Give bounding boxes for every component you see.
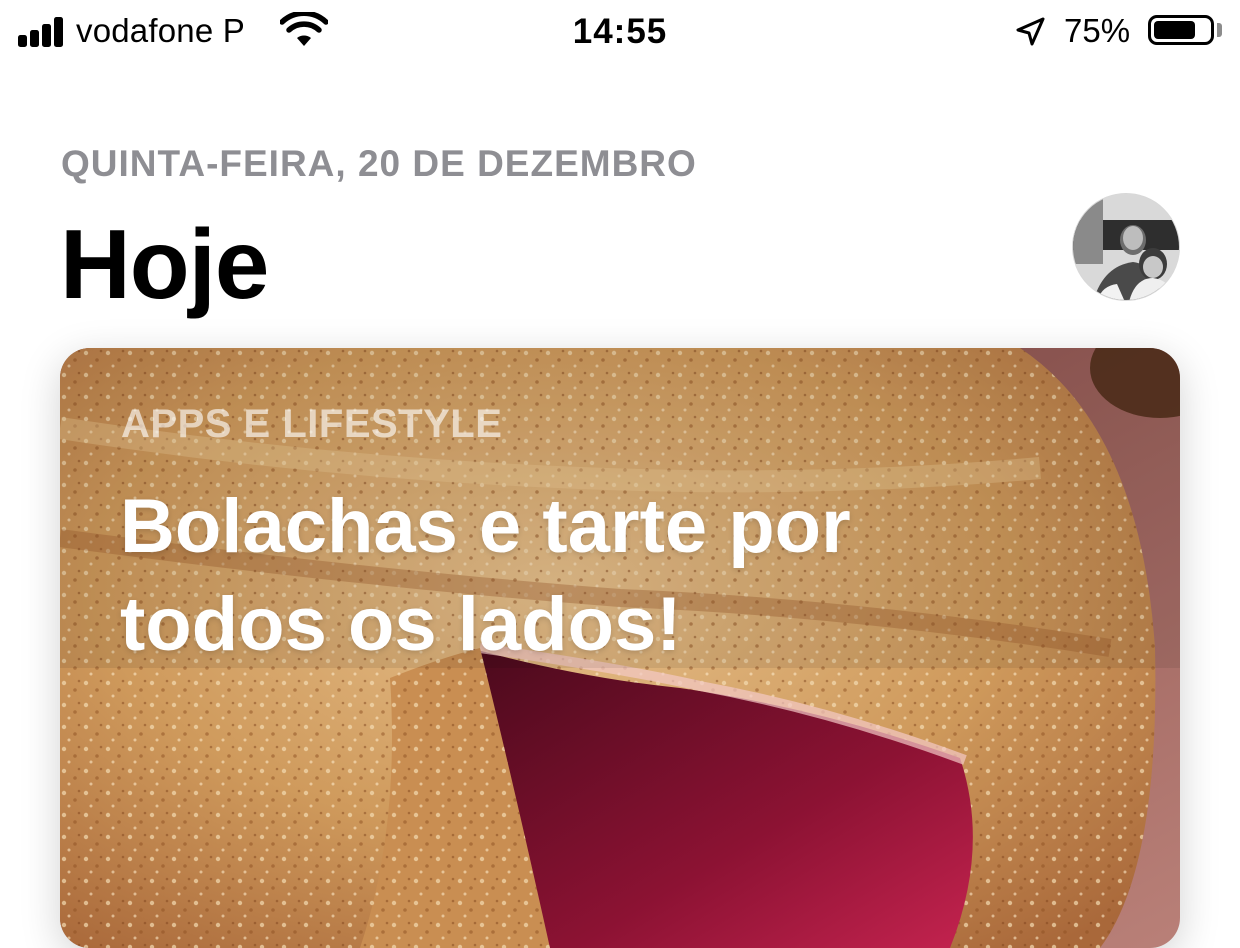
card-title: Bolachas e tarte por todos os lados! [120,484,851,667]
featured-story-card[interactable]: APPS E LIFESTYLE Bolachas e tarte por to… [60,348,1180,948]
battery-level-fill [1154,21,1195,39]
status-time: 14:55 [572,12,668,51]
battery-icon [1148,15,1214,45]
profile-photo-icon [1073,194,1179,300]
location-arrow-icon [1016,17,1045,46]
account-avatar-button[interactable] [1072,193,1180,301]
date-label: QUINTA-FEIRA, 20 DE DEZEMBRO [61,143,697,184]
page-title: Hoje [60,209,269,319]
battery-cap [1217,23,1222,37]
card-category: APPS E LIFESTYLE [121,402,503,446]
status-bar: vodafone P 14:55 75% [0,0,1240,64]
battery-percentage: 75% [1064,12,1131,49]
